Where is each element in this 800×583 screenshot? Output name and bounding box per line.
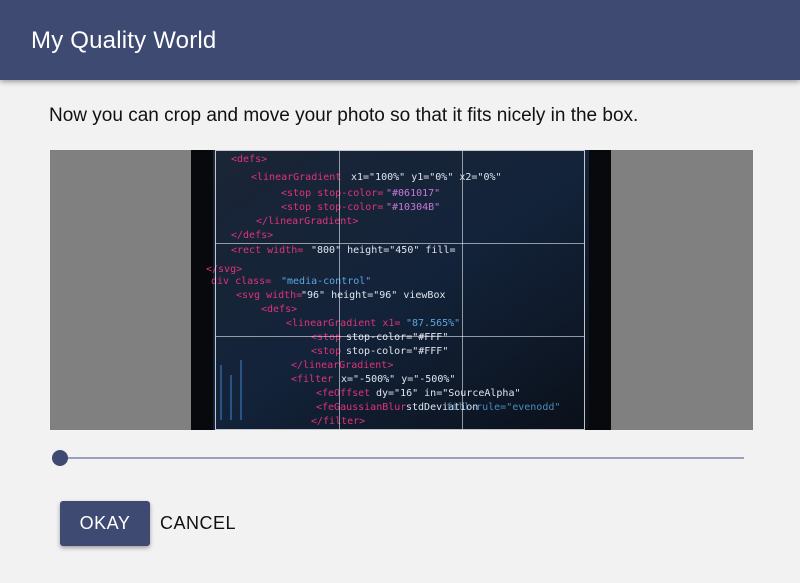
crop-grid-line (216, 336, 584, 337)
crop-instructions: Now you can crop and move your photo so … (49, 105, 639, 126)
app-header: My Quality World (0, 0, 800, 80)
crop-grid-line (339, 151, 340, 429)
crop-area: <defs> <linearGradient x1="100%" y1="0%"… (50, 150, 753, 430)
app-title: My Quality World (31, 27, 217, 54)
crop-grid-line (462, 151, 463, 429)
zoom-slider-track[interactable] (52, 457, 744, 459)
zoom-slider-thumb[interactable] (52, 450, 68, 466)
okay-button[interactable]: OKAY (60, 501, 150, 546)
cancel-button[interactable]: CANCEL (152, 501, 244, 546)
crop-box[interactable] (215, 150, 585, 430)
crop-grid-line (216, 243, 584, 244)
zoom-slider[interactable] (52, 448, 744, 470)
